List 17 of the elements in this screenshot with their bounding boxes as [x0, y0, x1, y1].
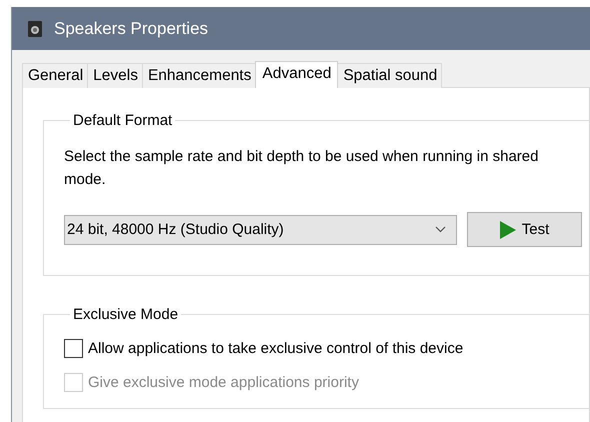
speaker-icon	[27, 20, 43, 38]
group-title: Exclusive Mode	[72, 306, 180, 323]
test-button[interactable]: Test	[467, 212, 582, 247]
play-icon	[500, 220, 516, 238]
chevron-down-icon	[435, 226, 446, 233]
window-title: Speakers Properties	[54, 18, 208, 38]
format-dropdown[interactable]: 24 bit, 48000 Hz (Studio Quality)	[64, 214, 457, 244]
checkbox-label: Give exclusive mode applications priority	[88, 374, 359, 391]
tab[interactable]: Enhancements	[142, 63, 256, 88]
tab[interactable]: General	[22, 63, 88, 88]
checkbox[interactable]	[64, 339, 83, 358]
tab[interactable]: Levels	[87, 63, 143, 88]
checkbox-label: Allow applications to take exclusive control of this device	[88, 340, 464, 357]
group-title: Default Format	[72, 112, 174, 129]
tab[interactable]: Advanced	[255, 61, 338, 88]
tab[interactable]: Spatial sound	[337, 63, 442, 88]
description-text: Select the sample rate and bit depth to be used when running in shared mode.	[64, 147, 540, 190]
